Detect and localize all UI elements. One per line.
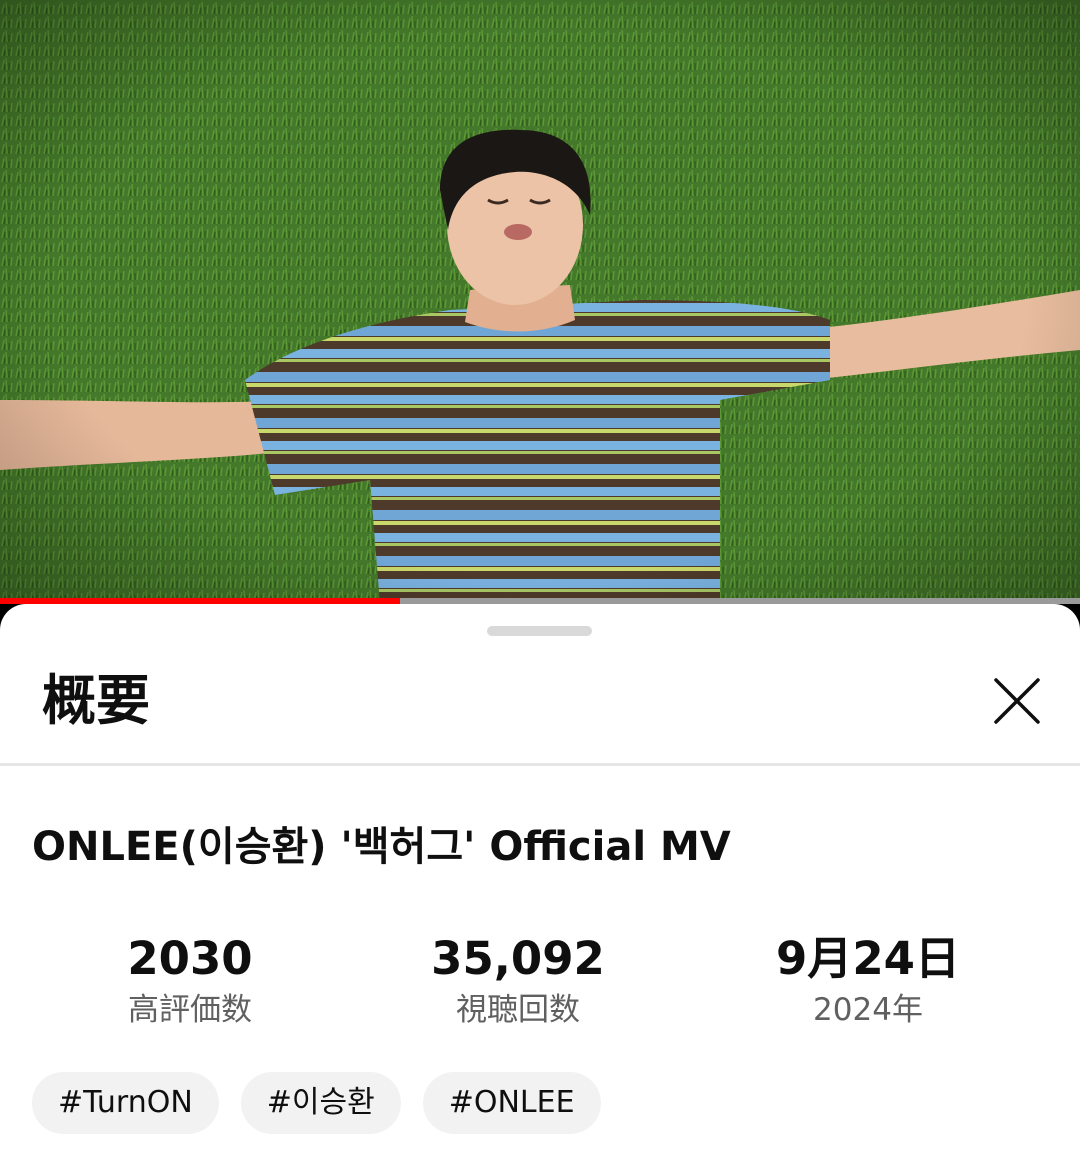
likes-stat: 2030 高評価数 bbox=[100, 932, 280, 1034]
sheet-title: 概要 bbox=[42, 669, 150, 732]
likes-label: 高評価数 bbox=[128, 992, 252, 1028]
hashtag-list: #TurnON #이승환 #ONLEE bbox=[32, 1072, 601, 1134]
video-frame bbox=[0, 0, 1080, 604]
description-sheet: 概要 ONLEE(이승환) '백허그' Official MV 2030 高評価… bbox=[0, 604, 1080, 1164]
views-count: 35,092 bbox=[431, 932, 605, 985]
hashtag-chip[interactable]: #ONLEE bbox=[422, 1072, 601, 1134]
hashtag-chip[interactable]: #TurnON bbox=[32, 1072, 219, 1134]
date-stat: 9月24日 2024年 bbox=[758, 932, 978, 1034]
video-player[interactable] bbox=[0, 0, 1080, 604]
likes-count: 2030 bbox=[127, 932, 253, 985]
drag-handle[interactable] bbox=[487, 626, 592, 636]
video-title: ONLEE(이승환) '백허그' Official MV bbox=[32, 824, 731, 870]
close-button[interactable] bbox=[986, 670, 1048, 732]
views-stat: 35,092 視聴回数 bbox=[418, 932, 618, 1034]
close-icon bbox=[994, 678, 1040, 724]
hashtag-chip[interactable]: #이승환 bbox=[240, 1072, 401, 1134]
upload-year: 2024年 bbox=[813, 992, 923, 1028]
views-label: 視聴回数 bbox=[456, 992, 580, 1028]
divider bbox=[0, 763, 1080, 766]
upload-date: 9月24日 bbox=[776, 932, 960, 985]
